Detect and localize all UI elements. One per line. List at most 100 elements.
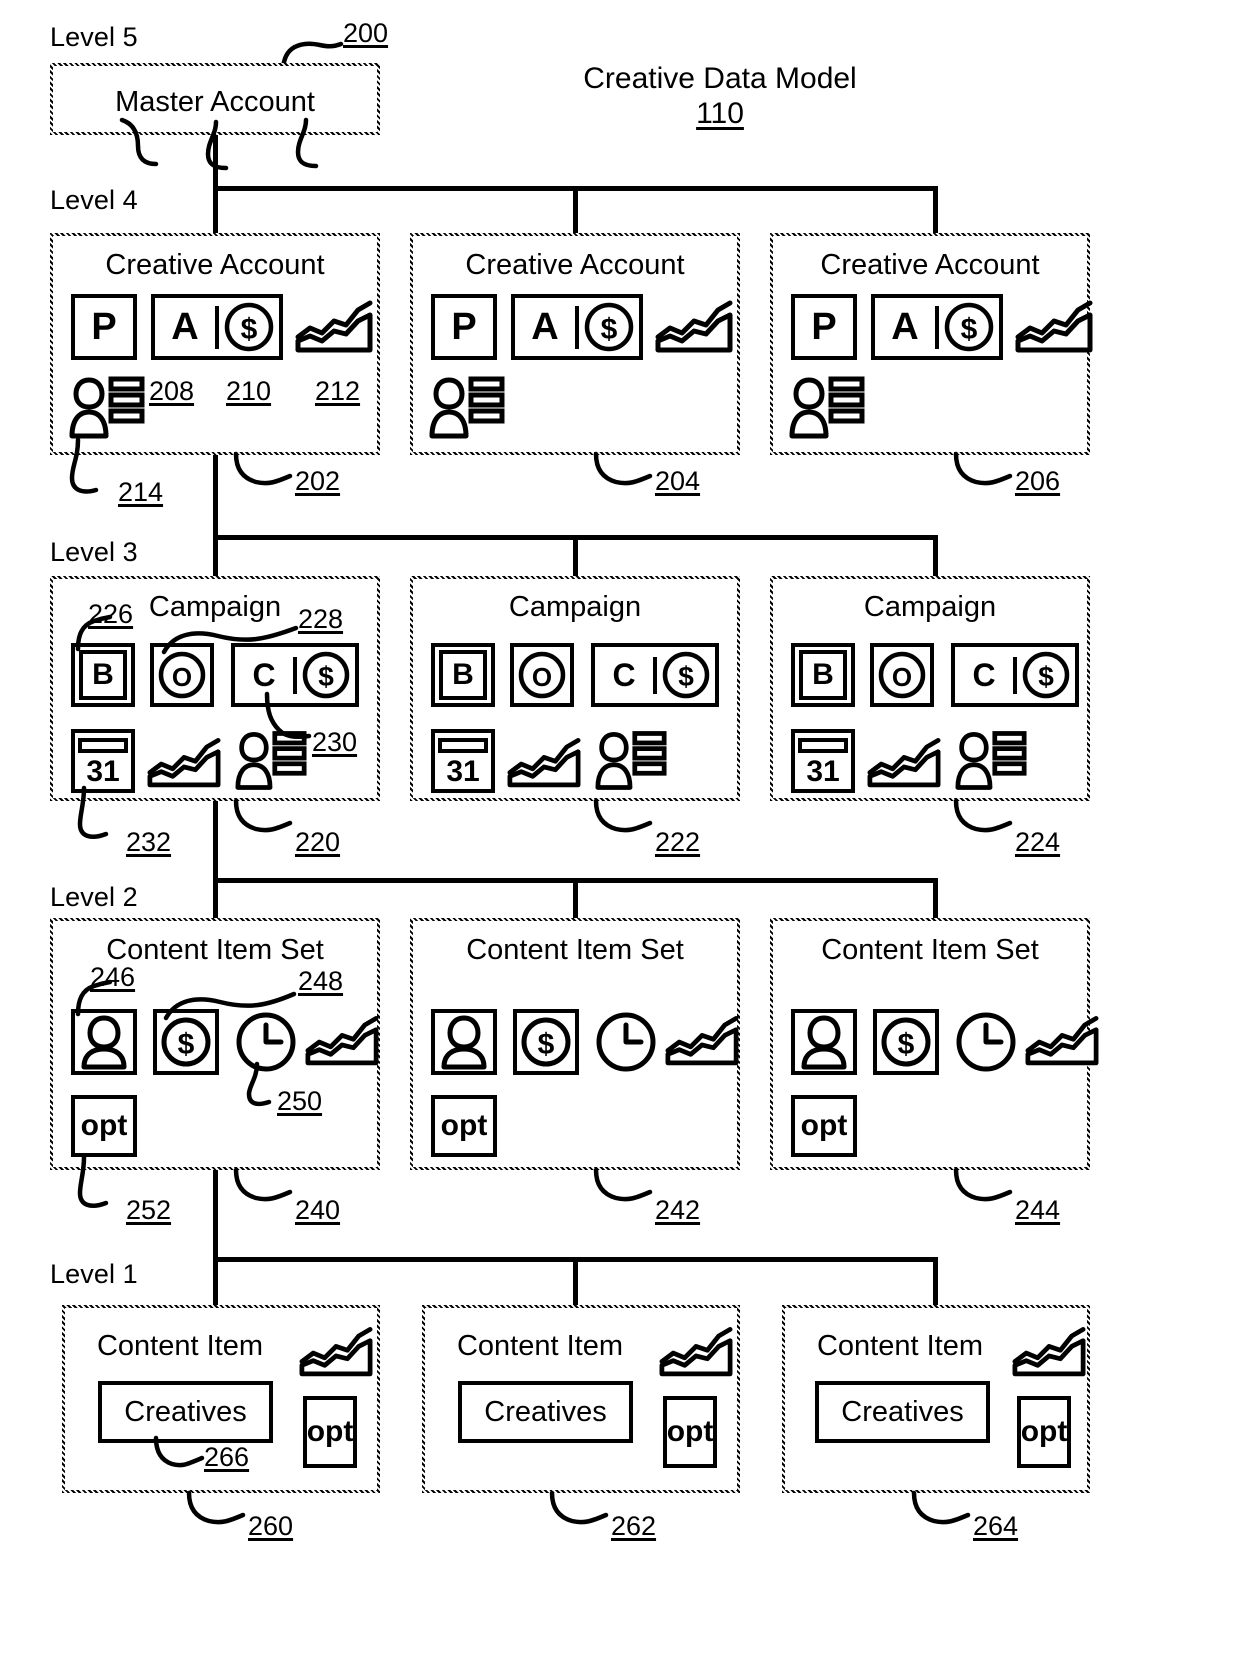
- o-tile[interactable]: O: [510, 643, 574, 707]
- ref-248: 248: [298, 966, 344, 996]
- o-tile[interactable]: O: [870, 643, 934, 707]
- level-2-label: Level 2: [50, 882, 138, 912]
- p-tile[interactable]: P: [71, 294, 137, 360]
- money-cell: $: [657, 649, 715, 701]
- chart-icon: [305, 1016, 379, 1066]
- ref-220: 220: [295, 827, 341, 857]
- clock-icon[interactable]: [595, 1011, 657, 1073]
- callout-line-220: [233, 798, 293, 833]
- opt-box[interactable]: opt: [303, 1396, 357, 1468]
- p-tile[interactable]: P: [431, 294, 497, 360]
- chart-icon: [507, 738, 581, 788]
- ref-212: 212: [315, 376, 361, 406]
- chart-icon: [1025, 1016, 1099, 1066]
- svg-text:$: $: [961, 313, 978, 346]
- b-inner-box: B: [79, 650, 127, 700]
- node-title-campaign-3: Campaign: [863, 591, 997, 623]
- ref-200: 200: [343, 18, 389, 48]
- calendar-day-label: 31: [86, 755, 120, 788]
- dollar-circle-icon: $: [521, 1017, 571, 1067]
- opt-box[interactable]: opt: [791, 1095, 857, 1157]
- node-campaign-2[interactable]: Campaign B O C $ 31: [410, 576, 740, 801]
- callout-line-240: [233, 1167, 293, 1202]
- ref-232: 232: [126, 827, 172, 857]
- money-cell: $: [219, 300, 279, 354]
- c-money-tile[interactable]: C $: [951, 643, 1079, 707]
- connector-vertical: [933, 1257, 938, 1305]
- creatives-box[interactable]: Creatives: [458, 1381, 633, 1443]
- svg-text:$: $: [678, 661, 694, 692]
- money-cell: $: [939, 300, 999, 354]
- calendar-icon[interactable]: 31: [71, 729, 135, 793]
- money-tile[interactable]: $: [873, 1009, 939, 1075]
- svg-text:O: O: [892, 662, 912, 692]
- node-title-content-item-set-3: Content Item Set: [821, 934, 1039, 966]
- connector-vertical: [933, 186, 938, 235]
- a-money-tile[interactable]: A $: [151, 294, 283, 360]
- c-label-cell: C: [955, 656, 1017, 694]
- callout-line-248: [163, 991, 297, 1021]
- calendar-icon[interactable]: 31: [791, 729, 855, 793]
- person-tile[interactable]: [431, 1009, 497, 1075]
- node-title-creative-account-3: Creative Account: [820, 249, 1040, 281]
- person-list-icon: [955, 731, 1027, 790]
- creatives-label: Creatives: [841, 1395, 964, 1428]
- opt-box[interactable]: opt: [663, 1396, 717, 1468]
- b-tile[interactable]: B: [71, 643, 135, 707]
- b-tile[interactable]: B: [431, 643, 495, 707]
- calendar-day-label: 31: [446, 755, 480, 788]
- ref-204: 204: [655, 466, 701, 496]
- money-tile[interactable]: $: [513, 1009, 579, 1075]
- dollar-circle-icon: $: [662, 651, 710, 699]
- ref-260: 260: [248, 1511, 294, 1541]
- ref-210: 210: [226, 376, 272, 406]
- ref-246: 246: [90, 962, 136, 992]
- opt-box[interactable]: opt: [1017, 1396, 1071, 1468]
- node-content-item-3[interactable]: Content Item Creatives opt: [782, 1305, 1090, 1493]
- clock-icon[interactable]: [955, 1011, 1017, 1073]
- person-tile[interactable]: [791, 1009, 857, 1075]
- node-title-creative-account-2: Creative Account: [465, 249, 685, 281]
- creatives-box[interactable]: Creatives: [815, 1381, 990, 1443]
- p-label: P: [451, 306, 477, 348]
- svg-text:$: $: [318, 661, 334, 692]
- node-content-item-set-2[interactable]: Content Item Set $ opt: [410, 918, 740, 1170]
- connector-vertical: [933, 535, 938, 577]
- calendar-icon[interactable]: 31: [431, 729, 495, 793]
- node-title-creative-account-1: Creative Account: [105, 249, 325, 281]
- a-label-cell: A: [155, 305, 219, 349]
- connector-vertical: [573, 878, 578, 919]
- connector-vertical: [213, 1170, 218, 1305]
- creatives-box[interactable]: Creatives: [98, 1381, 273, 1443]
- opt-box[interactable]: opt: [71, 1095, 137, 1157]
- callout-line-222: [593, 798, 653, 833]
- b-inner-box: B: [799, 650, 847, 700]
- money-cell: $: [579, 300, 639, 354]
- node-creative-account-2[interactable]: Creative Account P A $: [410, 233, 740, 455]
- node-creative-account-3[interactable]: Creative Account P A $: [770, 233, 1093, 455]
- a-money-tile[interactable]: A $: [511, 294, 643, 360]
- node-creative-account-1[interactable]: Creative Account P A $: [50, 233, 380, 455]
- connector-vertical: [213, 801, 218, 919]
- level-1-label: Level 1: [50, 1259, 138, 1289]
- node-content-item-2[interactable]: Content Item Creatives opt: [422, 1305, 740, 1493]
- person-list-icon: [429, 376, 505, 439]
- figure-title: Creative Data Model: [583, 62, 857, 95]
- p-tile[interactable]: P: [791, 294, 857, 360]
- chart-icon: [295, 300, 373, 353]
- node-content-item-set-3[interactable]: Content Item Set $ opt: [770, 918, 1099, 1170]
- c-money-tile[interactable]: C $: [591, 643, 719, 707]
- callout-line-264: [911, 1490, 971, 1525]
- a-money-tile[interactable]: A $: [871, 294, 1003, 360]
- node-campaign-3[interactable]: Campaign B O C $ 31: [770, 576, 1090, 801]
- person-icon: [441, 1015, 487, 1070]
- ref-230: 230: [312, 727, 358, 757]
- person-icon: [81, 1015, 127, 1070]
- opt-box[interactable]: opt: [431, 1095, 497, 1157]
- money-cell: $: [1017, 649, 1075, 701]
- person-tile[interactable]: [71, 1009, 137, 1075]
- node-content-item-set-1[interactable]: Content Item Set $ opt: [50, 918, 380, 1170]
- b-tile[interactable]: B: [791, 643, 855, 707]
- a-label: A: [171, 305, 199, 348]
- level-5-label: Level 5: [50, 22, 138, 52]
